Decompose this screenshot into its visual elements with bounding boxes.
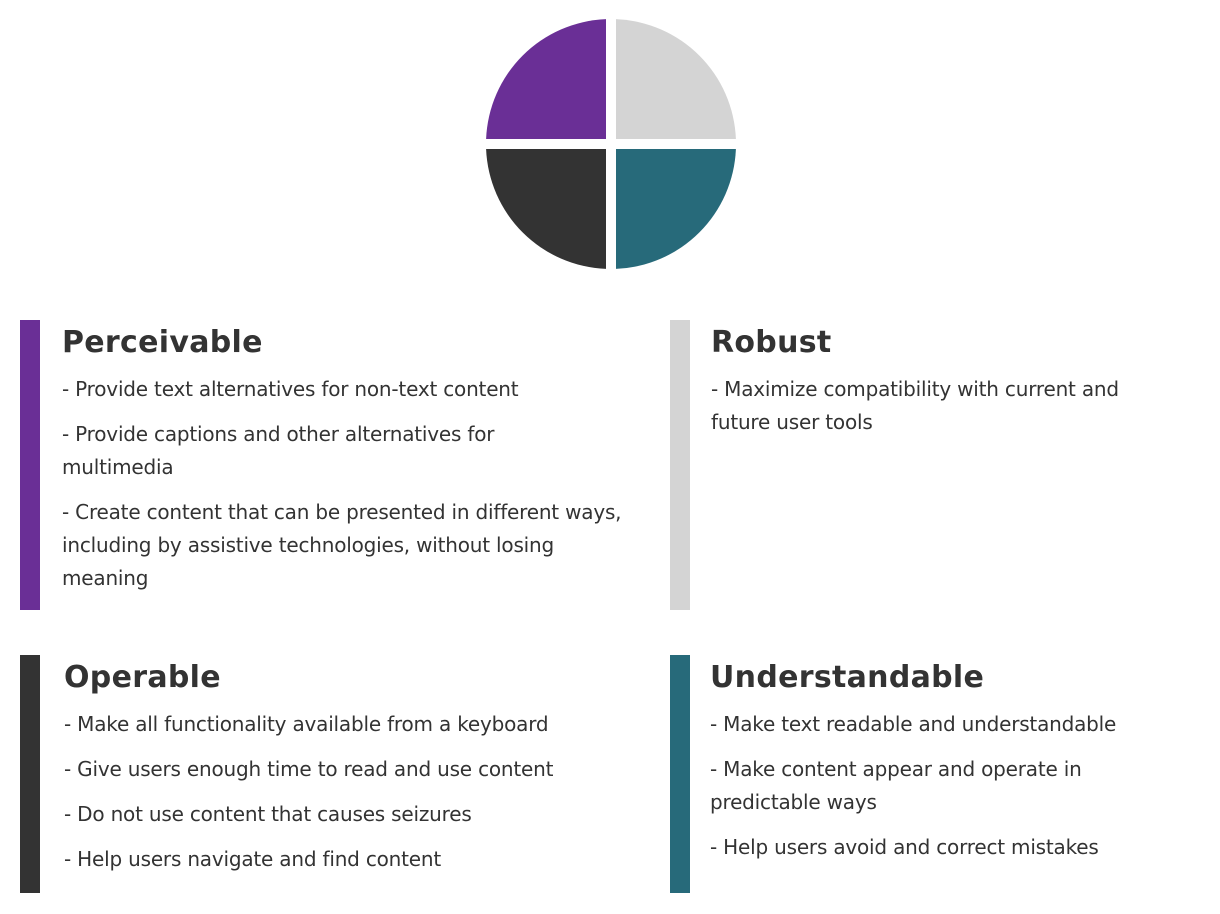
- accent-bar: [670, 320, 690, 610]
- guideline-item: - Provide text alternatives for non-text…: [62, 377, 519, 401]
- guideline-item: - Give users enough time to read and use…: [64, 757, 554, 781]
- guideline-item: - Provide captions and other alternative…: [62, 422, 495, 479]
- guideline-item: - Help users avoid and correct mistakes: [710, 835, 1099, 859]
- quadrant-operable: [486, 149, 606, 269]
- guideline-item: - Make all functionality available from …: [64, 712, 549, 736]
- guideline-list: - Make text readable and understandable …: [710, 708, 1210, 864]
- guideline-list: - Provide text alternatives for non-text…: [62, 373, 640, 595]
- guideline-item: - Create content that can be presented i…: [62, 500, 622, 590]
- guideline-item: - Make text readable and understandable: [710, 712, 1117, 736]
- pour-quadrant-circle: [486, 19, 736, 269]
- principle-card-robust: Robust - Maximize compatibility with cur…: [670, 320, 1210, 610]
- principle-title: Perceivable: [62, 325, 263, 360]
- principle-title: Operable: [64, 660, 221, 695]
- principle-title: Understandable: [710, 660, 985, 695]
- principle-card-perceivable: Perceivable - Provide text alternatives …: [20, 320, 640, 610]
- accent-bar: [20, 655, 40, 893]
- guideline-item: - Do not use content that causes seizure…: [64, 802, 472, 826]
- accent-bar: [670, 655, 690, 893]
- principle-card-operable: Operable - Make all functionality availa…: [20, 655, 640, 893]
- guideline-item: - Make content appear and operate in pre…: [710, 757, 1082, 814]
- guideline-item: - Maximize compatibility with current an…: [711, 377, 1119, 434]
- guideline-item: - Help users navigate and find content: [64, 847, 441, 871]
- guideline-list: - Maximize compatibility with current an…: [711, 373, 1210, 439]
- principle-card-understandable: Understandable - Make text readable and …: [670, 655, 1210, 893]
- principle-title: Robust: [711, 325, 832, 360]
- guideline-list: - Make all functionality available from …: [64, 708, 640, 876]
- quadrant-perceivable: [486, 19, 606, 140]
- accent-bar: [20, 320, 40, 610]
- quadrant-robust: [616, 19, 736, 140]
- quadrant-understandable: [616, 149, 736, 269]
